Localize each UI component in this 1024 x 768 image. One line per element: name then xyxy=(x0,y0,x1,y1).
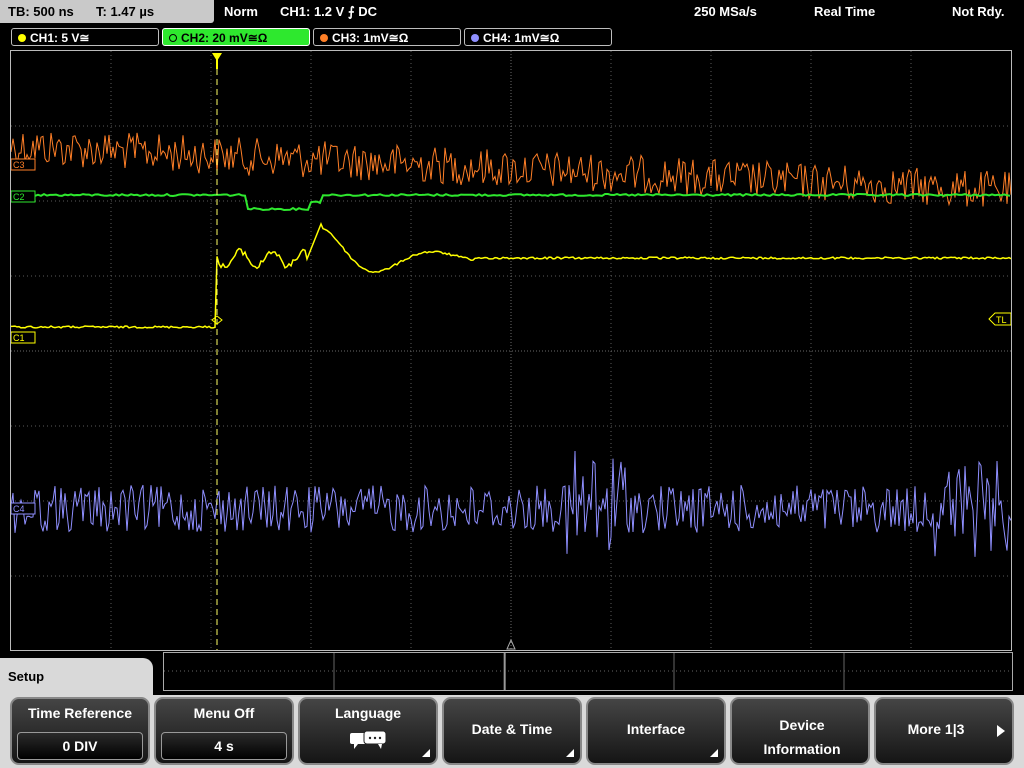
timebase-box[interactable]: TB: 500 ns T: 1.47 µs xyxy=(0,0,214,23)
graticule-axes xyxy=(11,51,1011,650)
more-softkey[interactable]: More 1|3 xyxy=(874,697,1014,765)
ch2-label: CH2: 20 mV≅Ω xyxy=(181,31,268,45)
overview-strip xyxy=(163,652,1013,691)
speech-bubbles-icon xyxy=(350,730,387,749)
trigger-source[interactable]: CH1: 1.2 V ⨍ DC xyxy=(280,0,377,24)
date-time-softkey[interactable]: Date & Time xyxy=(442,697,582,765)
channel-tab-ch2[interactable]: CH2: 20 mV≅Ω xyxy=(162,28,310,46)
svg-text:C1: C1 xyxy=(13,333,25,343)
trigger-position-icon[interactable] xyxy=(212,53,222,69)
time-reference-value: 0 DIV xyxy=(17,732,143,760)
submenu-corner-icon xyxy=(422,749,430,757)
ch3-label: CH3: 1mV≅Ω xyxy=(332,31,409,45)
language-softkey[interactable]: Language xyxy=(298,697,438,765)
ch2-dot-icon xyxy=(169,34,177,42)
sample-rate: 250 MSa/s xyxy=(694,4,757,19)
channel-tab-ch3[interactable]: CH3: 1mV≅Ω xyxy=(313,28,461,46)
svg-text:C2: C2 xyxy=(13,192,25,202)
svg-text:TL: TL xyxy=(996,315,1007,325)
ch4-dot-icon xyxy=(471,34,479,42)
softkey-title: Language xyxy=(334,705,402,721)
ch1-marker[interactable]: C1 xyxy=(11,331,36,344)
softkey-title: Time Reference xyxy=(27,705,132,721)
ch4-label: CH4: 1mV≅Ω xyxy=(483,31,560,45)
ch1-label: CH1: 5 V≅ xyxy=(30,31,90,45)
menu-title-tab: Setup xyxy=(0,658,153,698)
device-information-softkey[interactable]: Device Information xyxy=(730,697,870,765)
ch3-dot-icon xyxy=(320,34,328,42)
interface-softkey[interactable]: Interface xyxy=(586,697,726,765)
softkey-title: Menu Off xyxy=(193,705,255,721)
trigger-mode[interactable]: Norm xyxy=(224,0,258,24)
svg-text:C4: C4 xyxy=(13,504,25,514)
softkey-title: Interface xyxy=(626,721,686,737)
ch3-marker[interactable]: C3 xyxy=(11,158,36,171)
channel-tab-ch4[interactable]: CH4: 1mV≅Ω xyxy=(464,28,612,46)
trigger-time-readout: T: 1.47 µs xyxy=(96,4,155,19)
trigger-level-marker[interactable]: TL xyxy=(988,312,1011,326)
submenu-corner-icon xyxy=(710,749,718,757)
menu-off-value: 4 s xyxy=(161,732,287,760)
acquisition-state: Not Rdy. xyxy=(952,4,1005,19)
ch2-marker[interactable]: C2 xyxy=(11,190,36,203)
softkey-title: Device Information xyxy=(763,717,841,757)
play-arrow-icon xyxy=(997,725,1005,737)
ch4-marker[interactable]: C4 xyxy=(11,502,36,515)
status-bar: TB: 500 ns T: 1.47 µs Norm CH1: 1.2 V ⨍ … xyxy=(0,0,1024,24)
channel-tab-ch1[interactable]: CH1: 5 V≅ xyxy=(11,28,159,46)
ch1-dot-icon xyxy=(18,34,26,42)
svg-text:C3: C3 xyxy=(13,160,25,170)
softkey-title: Date & Time xyxy=(471,721,553,737)
time-reference-softkey[interactable]: Time Reference 0 DIV xyxy=(10,697,150,765)
time-reference-icon xyxy=(506,638,516,650)
timebase-readout: TB: 500 ns xyxy=(8,4,74,19)
menu-off-softkey[interactable]: Menu Off 4 s xyxy=(154,697,294,765)
softkey-title: More 1|3 xyxy=(907,721,965,737)
waveform-display[interactable]: C3 C2 C1 C4 TL xyxy=(10,50,1012,651)
submenu-corner-icon xyxy=(566,749,574,757)
acquisition-mode: Real Time xyxy=(814,4,876,19)
